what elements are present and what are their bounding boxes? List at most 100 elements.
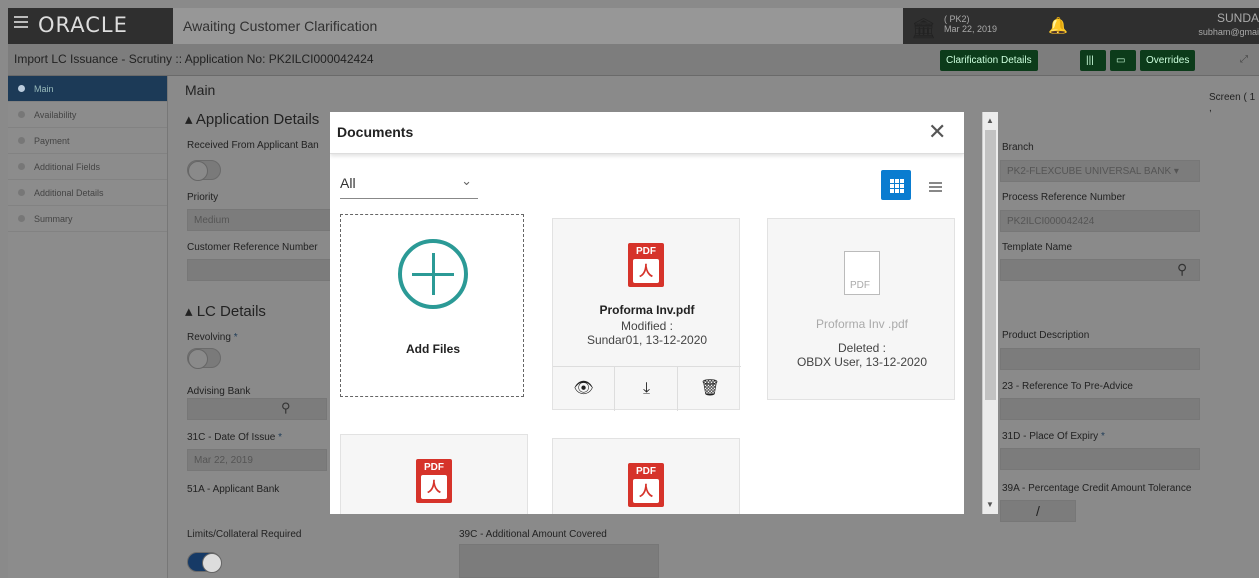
limits-label: Limits/Collateral Required xyxy=(187,529,302,540)
overrides-button[interactable]: Overrides xyxy=(1140,50,1196,71)
place-expiry-text: 31D - Place Of Expiry xyxy=(1002,431,1099,442)
advising-bank-field[interactable] xyxy=(187,398,327,420)
customer-ref-label: Customer Reference Number xyxy=(187,242,318,253)
received-label: Received From Applicant Ban xyxy=(187,140,319,151)
screen-indicator: Screen ( 1 , xyxy=(1209,92,1256,114)
branch-label: Branch xyxy=(1002,142,1034,153)
list-view-icon[interactable] xyxy=(929,182,942,184)
branch-date: Mar 22, 2019 xyxy=(944,24,998,34)
product-desc-field[interactable] xyxy=(1000,348,1200,370)
additional-amount-field[interactable] xyxy=(459,544,659,578)
sidebar: Main Availability Payment Additional Fie… xyxy=(8,76,168,578)
document-card[interactable]: PDF xyxy=(340,434,528,514)
add-files-card[interactable]: Add Files xyxy=(340,214,524,397)
scroll-down-icon[interactable]: ▼ xyxy=(986,500,994,509)
document-name: Proforma Inv .pdf xyxy=(815,317,909,331)
download-icon[interactable]: ⤓ xyxy=(616,367,678,411)
library-icon[interactable]: ||| xyxy=(1080,50,1106,71)
hamburger-menu-icon[interactable] xyxy=(14,16,28,18)
limits-toggle[interactable] xyxy=(187,552,222,573)
sidebar-item-main[interactable]: Main xyxy=(8,76,167,102)
close-icon[interactable]: ✕ xyxy=(928,121,946,143)
document-filter-select[interactable]: All ⌄ xyxy=(340,173,478,199)
bank-icon[interactable]: 🏛 xyxy=(911,16,936,41)
sidebar-item-summary[interactable]: Summary xyxy=(8,206,167,232)
expand-icon[interactable]: ⤢ xyxy=(1240,54,1248,65)
application-bar: Import LC Issuance - Scrutiny :: Applica… xyxy=(8,44,1259,76)
document-modified-by: Sundar01, 13-12-2020 xyxy=(586,333,708,347)
delete-icon[interactable]: 🗑 xyxy=(679,367,741,411)
add-icon xyxy=(398,239,468,309)
chat-icon[interactable]: ▭ xyxy=(1110,50,1136,71)
document-card[interactable]: PDF Proforma Inv.pdf Modified : Sundar01… xyxy=(552,218,741,411)
template-field[interactable] xyxy=(1000,259,1200,281)
section-title: Application Details xyxy=(195,111,320,128)
branch-value: PK2-FLEXCUBE UNIVERSAL BANK xyxy=(1007,166,1172,177)
ref-pre-advice-label: 23 - Reference To Pre-Advice xyxy=(1002,381,1133,392)
modal-header: Documents ✕ xyxy=(330,112,964,154)
chevron-down-icon: ⌄ xyxy=(461,173,472,188)
top-bar: ORACLE Awaiting Customer Clarification 🏛… xyxy=(8,8,1259,44)
document-status: Modified : xyxy=(620,319,674,333)
required-mark: * xyxy=(1100,431,1105,442)
tolerance-label: 39A - Percentage Credit Amount Tolerance xyxy=(1002,483,1192,494)
page-title: Main xyxy=(185,82,216,98)
pdf-icon: PDF xyxy=(628,243,664,287)
view-icon[interactable]: 👁 xyxy=(553,367,615,411)
revolving-toggle[interactable] xyxy=(187,348,221,369)
section-title: LC Details xyxy=(196,303,266,320)
template-search-icon[interactable]: ⚲ xyxy=(1177,261,1187,278)
priority-field[interactable]: Medium xyxy=(187,209,337,231)
document-card-deleted: Proforma Inv .pdf Deleted : OBDX User, 1… xyxy=(767,218,955,400)
pdf-icon: PDF xyxy=(416,459,452,503)
revolving-label: Revolving * xyxy=(187,332,238,343)
notification-bell-icon[interactable]: 🔔 xyxy=(1048,16,1068,36)
sidebar-item-additional-fields[interactable]: Additional Fields xyxy=(8,154,167,180)
document-card[interactable]: PDF xyxy=(552,438,740,514)
sidebar-item-additional-details[interactable]: Additional Details xyxy=(8,180,167,206)
document-actions: 👁 ⤓ 🗑 xyxy=(553,366,741,411)
date-issue-label: 31C - Date Of Issue * xyxy=(187,432,282,443)
grid-view-icon[interactable] xyxy=(881,170,911,200)
pdf-icon-label: PDF xyxy=(424,462,444,473)
pdf-icon: PDF xyxy=(628,463,664,507)
customer-ref-field[interactable] xyxy=(187,259,337,281)
user-email: subham@gmai xyxy=(1198,27,1259,37)
place-expiry-field[interactable] xyxy=(1000,448,1200,470)
received-toggle[interactable] xyxy=(187,160,221,181)
pdf-icon-label: PDF xyxy=(636,466,656,477)
ref-pre-advice-field[interactable] xyxy=(1000,398,1200,420)
pdf-icon-disabled xyxy=(844,251,880,295)
required-mark: * xyxy=(233,332,238,343)
document-deleted-by: OBDX User, 13-12-2020 xyxy=(796,355,928,369)
date-issue-text: 31C - Date Of Issue xyxy=(187,432,276,443)
search-icon[interactable]: ⚲ xyxy=(281,400,291,416)
branch-field[interactable]: PK2-FLEXCUBE UNIVERSAL BANK ▾ xyxy=(1000,160,1200,182)
process-ref-field: PK2ILCI000042424 xyxy=(1000,210,1200,232)
application-number: Import LC Issuance - Scrutiny :: Applica… xyxy=(14,52,374,66)
product-desc-label: Product Description xyxy=(1002,330,1090,341)
advising-bank-label: Advising Bank xyxy=(187,386,251,397)
oracle-logo: ORACLE xyxy=(38,13,128,37)
priority-label: Priority xyxy=(187,192,219,203)
sidebar-item-payment[interactable]: Payment xyxy=(8,128,167,154)
section-application-details[interactable]: ▴ Application Details xyxy=(185,110,319,128)
scroll-thumb[interactable] xyxy=(985,130,996,400)
modal-scrollbar[interactable]: ▲ ▼ xyxy=(982,112,998,514)
branch-info: ( PK2) Mar 22, 2019 xyxy=(944,14,997,34)
section-lc-details[interactable]: ▴ LC Details xyxy=(185,302,266,320)
date-issue-field[interactable]: Mar 22, 2019 xyxy=(187,449,327,471)
applicant-bank-label: 51A - Applicant Bank xyxy=(187,484,280,495)
clarification-details-button[interactable]: Clarification Details xyxy=(940,50,1038,71)
filter-value: All xyxy=(340,175,356,191)
place-expiry-label: 31D - Place Of Expiry * xyxy=(1002,431,1105,442)
tolerance-field[interactable]: / xyxy=(1000,500,1076,522)
pdf-icon-label: PDF xyxy=(636,246,656,257)
document-status: Deleted : xyxy=(837,341,887,355)
sidebar-item-availability[interactable]: Availability xyxy=(8,102,167,128)
process-ref-label: Process Reference Number xyxy=(1002,192,1126,203)
modal-title: Documents xyxy=(337,124,414,140)
scroll-up-icon[interactable]: ▲ xyxy=(986,116,994,125)
user-info[interactable]: SUNDA subham@gmai xyxy=(1198,11,1259,39)
user-name: SUNDA xyxy=(1216,11,1259,25)
